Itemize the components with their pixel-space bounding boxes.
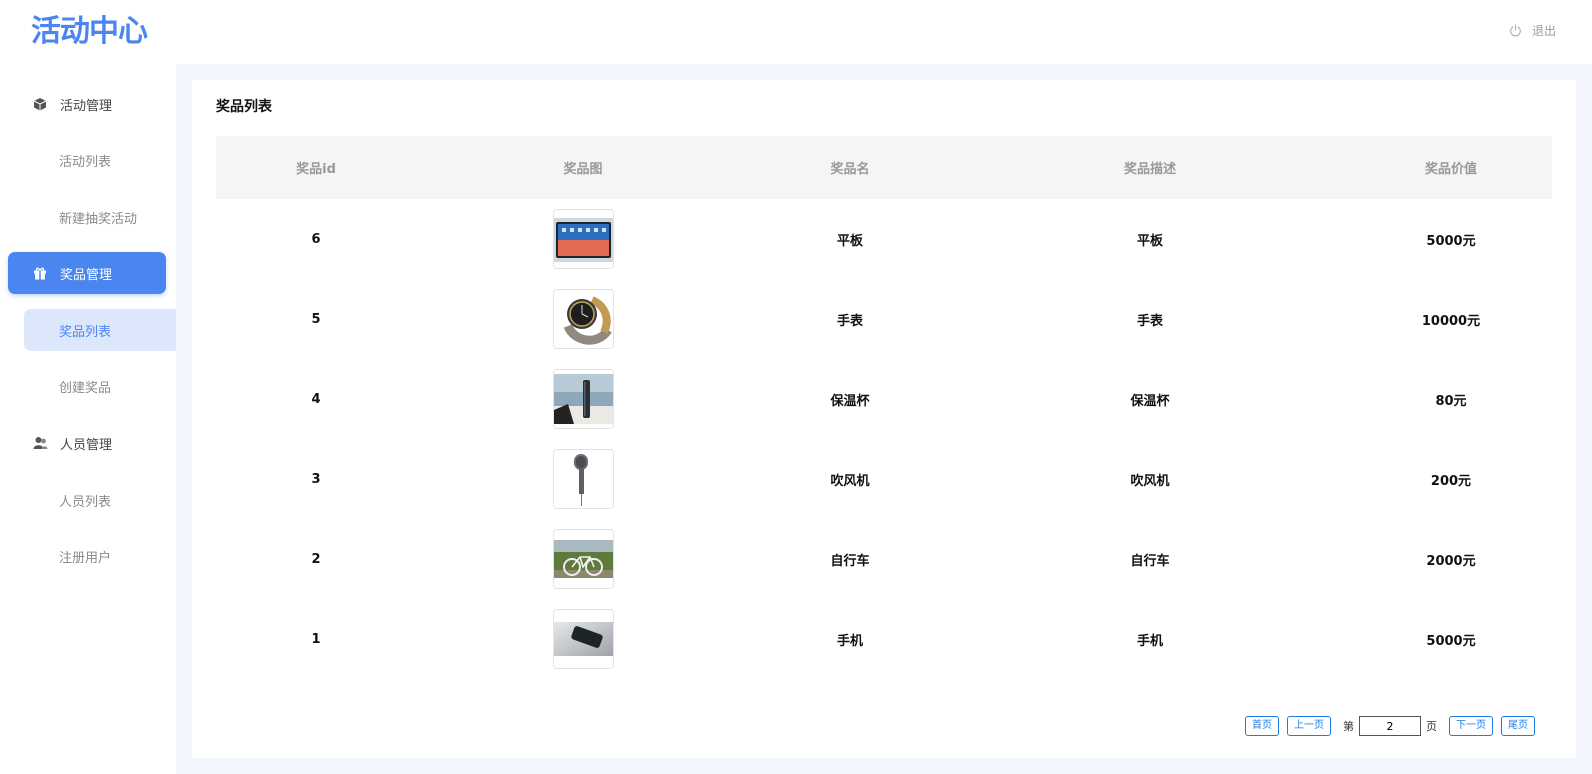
- sidebar-item-activity-list[interactable]: 活动列表: [24, 139, 176, 181]
- sidebar-group-prize[interactable]: 奖品管理: [8, 252, 166, 294]
- page-prefix-label: 第: [1343, 720, 1354, 733]
- column-header-id: 奖品id: [296, 162, 336, 177]
- logout-button[interactable]: 退出: [1509, 22, 1556, 39]
- prize-name: 吹风机: [830, 473, 870, 489]
- sidebar-item-people-list[interactable]: 人员列表: [24, 479, 176, 521]
- prize-description: 自行车: [1130, 553, 1170, 569]
- prize-name: 保温杯: [830, 393, 870, 409]
- prev-page-button[interactable]: 上一页: [1287, 716, 1331, 736]
- prize-value: 10000元: [1421, 313, 1481, 329]
- prize-name: 自行车: [830, 553, 870, 569]
- prize-description: 吹风机: [1130, 473, 1170, 489]
- prize-list-card: 奖品列表 奖品id 奖品图 奖品名 奖品描述 奖品价值 6 平板 平板 5000…: [192, 80, 1576, 758]
- thermos-photo: [552, 369, 614, 429]
- pagination: 首页 上一页 第 页 下一页 尾页: [1245, 716, 1535, 736]
- page-suffix-label: 页: [1426, 720, 1437, 733]
- sidebar-group-people[interactable]: 人员管理: [8, 422, 166, 464]
- prize-value: 2000元: [1426, 553, 1476, 569]
- app-logo: 活动中心: [31, 14, 148, 49]
- gift-icon: [32, 265, 48, 281]
- prize-description: 平板: [1136, 233, 1163, 249]
- prize-name: 手机: [836, 633, 863, 649]
- prize-value: 5000元: [1426, 233, 1476, 249]
- column-header-image: 奖品图: [563, 162, 603, 177]
- sidebar-group-label: 人员管理: [60, 437, 113, 453]
- prize-id: 2: [311, 551, 321, 567]
- phone-photo: [552, 609, 614, 669]
- last-page-button[interactable]: 尾页: [1501, 716, 1535, 736]
- next-page-button[interactable]: 下一页: [1449, 716, 1493, 736]
- table-row: 2 自行车 自行车 2000元: [216, 519, 1552, 599]
- prize-description: 保温杯: [1130, 393, 1170, 409]
- prize-id: 4: [311, 391, 321, 407]
- prize-image-cell: [416, 369, 750, 429]
- watch-photo: [552, 289, 614, 349]
- prize-description: 手表: [1136, 313, 1163, 329]
- table-row: 5 手表 手表 10000元: [216, 279, 1552, 359]
- sidebar-group-label: 奖品管理: [60, 267, 113, 283]
- prize-image-cell: [416, 289, 750, 349]
- top-header: 活动中心 退出: [0, 0, 1592, 64]
- prize-value: 200元: [1430, 473, 1472, 489]
- prize-image-cell: [416, 449, 750, 509]
- sidebar-item-register-user[interactable]: 注册用户: [24, 535, 176, 577]
- sidebar-item-create-prize[interactable]: 创建奖品: [24, 365, 176, 407]
- prize-id: 5: [311, 311, 321, 327]
- page-number-input[interactable]: [1359, 716, 1421, 736]
- first-page-button[interactable]: 首页: [1245, 716, 1279, 736]
- prize-id: 1: [311, 631, 321, 647]
- prize-id: 3: [311, 471, 321, 487]
- prize-name: 平板: [836, 233, 863, 249]
- table-row: 1 手机 手机 5000元: [216, 599, 1552, 679]
- sidebar: 活动管理 活动列表 新建抽奖活动 奖品管理 奖品列表 创建奖品 人员管理 人员列…: [0, 64, 176, 774]
- hairdryer-photo: [552, 449, 614, 509]
- prize-id: 6: [311, 231, 321, 247]
- column-header-description: 奖品描述: [1123, 162, 1176, 177]
- page-title: 奖品列表: [216, 99, 272, 115]
- table-row: 6 平板 平板 5000元: [216, 199, 1552, 279]
- tablet-photo: [552, 209, 614, 269]
- prize-description: 手机: [1136, 633, 1163, 649]
- prize-image-cell: [416, 209, 750, 269]
- prize-image-cell: [416, 529, 750, 589]
- column-header-value: 奖品价值: [1424, 162, 1477, 177]
- table-header: 奖品id 奖品图 奖品名 奖品描述 奖品价值: [216, 136, 1552, 199]
- cube-icon: [32, 96, 48, 112]
- prize-value: 80元: [1435, 393, 1467, 409]
- table-row: 3 吹风机 吹风机 200元: [216, 439, 1552, 519]
- prize-image-cell: [416, 609, 750, 669]
- column-header-name: 奖品名: [830, 162, 870, 177]
- bicycle-photo: [552, 529, 614, 589]
- sidebar-group-activity[interactable]: 活动管理: [8, 83, 166, 125]
- users-icon: [32, 435, 48, 451]
- logout-label: 退出: [1531, 24, 1556, 38]
- table-row: 4 保温杯 保温杯 80元: [216, 359, 1552, 439]
- prize-value: 5000元: [1426, 633, 1476, 649]
- sidebar-item-new-lottery[interactable]: 新建抽奖活动: [24, 196, 176, 238]
- power-icon: [1510, 24, 1521, 37]
- prize-name: 手表: [836, 313, 863, 329]
- sidebar-item-prize-list[interactable]: 奖品列表: [24, 309, 176, 351]
- prize-table: 奖品id 奖品图 奖品名 奖品描述 奖品价值 6 平板 平板 5000元 5 手…: [216, 136, 1552, 679]
- sidebar-group-label: 活动管理: [60, 98, 113, 114]
